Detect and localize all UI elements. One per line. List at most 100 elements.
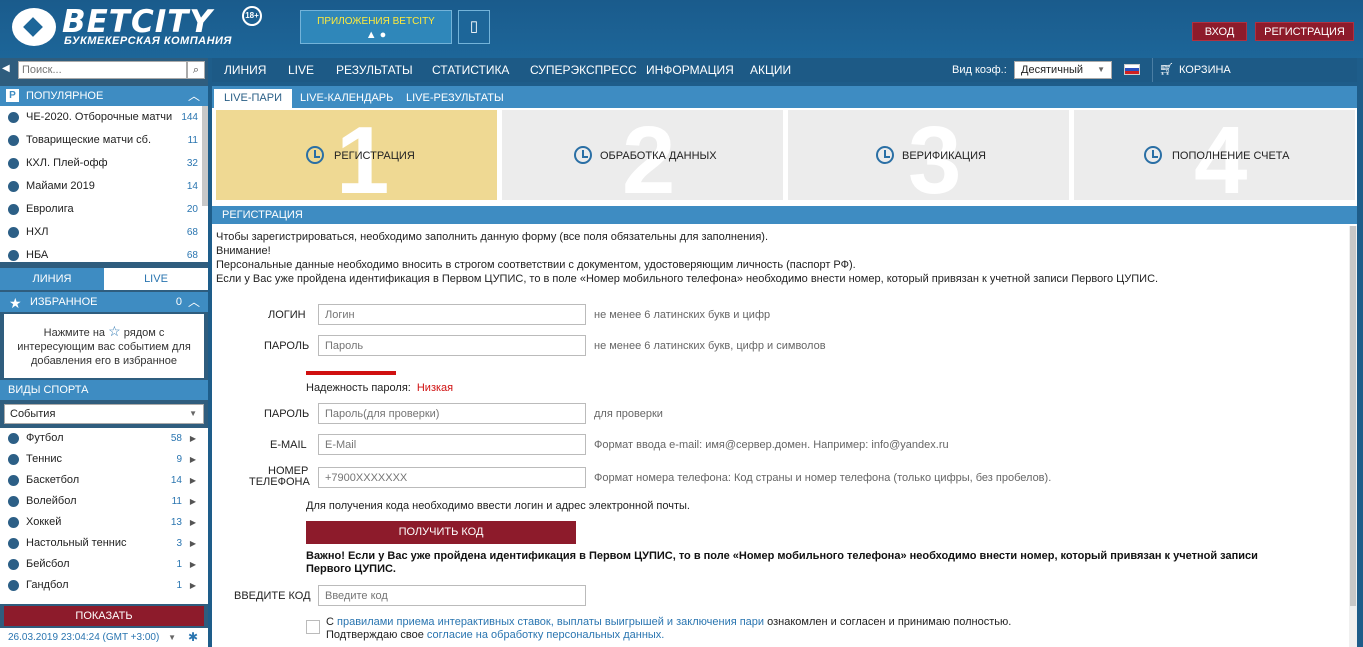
nav-item-promotions[interactable]: АКЦИИ <box>750 58 791 82</box>
events-select[interactable]: События ▼ <box>4 404 204 424</box>
odds-format-select[interactable]: Десятичный ▼ <box>1014 61 1112 79</box>
handball-icon <box>8 580 19 591</box>
show-button[interactable]: ПОКАЗАТЬ <box>4 606 204 626</box>
nav-item-live[interactable]: LIVE <box>288 58 314 82</box>
list-item[interactable]: КХЛ. Плей-офф 32 <box>0 152 208 175</box>
nav-item-statistics[interactable]: СТАТИСТИКА <box>432 58 509 82</box>
strength-label: Надежность пароля: <box>306 382 411 394</box>
agree-checkbox[interactable] <box>306 620 320 634</box>
register-button[interactable]: РЕГИСТРАЦИЯ <box>1255 22 1354 41</box>
favorites-header[interactable]: ★ ИЗБРАННОЕ 0 ︿ <box>0 292 208 312</box>
popular-scrollbar[interactable] <box>202 106 208 206</box>
betcity-logo[interactable]: BETCITY БУКМЕКЕРСКАЯ КОМПАНИЯ 18+ <box>8 4 263 48</box>
sport-item[interactable]: Баскетбол 14 ▶ <box>0 470 208 491</box>
favorites-hint: Нажмите на ☆ рядом с интересующим вас со… <box>4 314 204 378</box>
tab-live-bets[interactable]: LIVE-ПАРИ <box>214 89 292 108</box>
item-label: КХЛ. Плей-офф <box>26 157 108 169</box>
datetime-bar: 26.03.2019 23:04:24 (GMT +3:00) ▼ ✱ <box>0 628 208 647</box>
cart[interactable]: 🛒︎ КОРЗИНА <box>1152 58 1357 82</box>
nav-item-information[interactable]: ИНФОРМАЦИЯ <box>646 58 734 82</box>
table-tennis-icon <box>8 538 19 549</box>
search-icon[interactable]: ⌕ <box>187 61 205 79</box>
list-item[interactable]: Майами 2019 14 <box>0 175 208 198</box>
sport-item[interactable]: Хоккей 13 ▶ <box>0 512 208 533</box>
nav-item-line[interactable]: ЛИНИЯ <box>224 58 266 82</box>
tab-live[interactable]: LIVE <box>104 268 208 290</box>
sport-label: Настольный теннис <box>26 537 127 549</box>
password-confirm-input[interactable] <box>318 403 586 424</box>
football-icon <box>8 433 19 444</box>
list-item[interactable]: НХЛ 68 <box>0 221 208 244</box>
sport-item[interactable]: Настольный теннис 3 ▶ <box>0 533 208 554</box>
email-hint: Формат ввода e-mail: имя@сервер.домен. Н… <box>594 439 949 451</box>
main-scrollbar[interactable] <box>1349 226 1357 647</box>
mobile-phone-icon[interactable]: ▯ <box>458 10 490 44</box>
consent-link[interactable]: согласие на обработку персональных данны… <box>427 629 664 641</box>
main-nav: ЛИНИЯ LIVE РЕЗУЛЬТАТЫ СТАТИСТИКА СУПЕРЭК… <box>212 58 1357 82</box>
chevron-right-icon: ▶ <box>189 539 196 548</box>
sport-label: Гандбол <box>26 579 69 591</box>
sport-item[interactable]: Бейсбол 1 ▶ <box>0 554 208 575</box>
registration-steps: 1 РЕГИСТРАЦИЯ 2 ОБРАБОТКА ДАННЫХ 3 ВЕРИФ… <box>212 108 1357 204</box>
timezone-dropdown-icon[interactable]: ▼ <box>168 633 176 642</box>
login-input[interactable] <box>318 304 586 325</box>
collapse-arrow-icon[interactable]: ◀ <box>2 63 10 74</box>
list-item[interactable]: Товарищеские матчи сб. 11 <box>0 129 208 152</box>
sports-header: ВИДЫ СПОРТА <box>0 380 208 400</box>
code-label: ВВЕДИТЕ КОД <box>234 590 311 602</box>
intro-line: Если у Вас уже пройдена идентификация в … <box>216 273 1159 285</box>
fav-hint-text: Нажмите на <box>43 327 106 339</box>
step-2: 2 ОБРАБОТКА ДАННЫХ <box>502 110 783 200</box>
sport-item[interactable]: Теннис 9 ▶ <box>0 449 208 470</box>
password-hint: не менее 6 латинских букв, цифр и символ… <box>594 340 826 352</box>
chevron-up-icon[interactable]: ︿ <box>188 86 200 106</box>
sport-item[interactable]: Футбол 58 ▶ <box>0 428 208 449</box>
login-button[interactable]: ВХОД <box>1192 22 1247 41</box>
sport-item[interactable]: Гандбол 1 ▶ <box>0 575 208 596</box>
list-item[interactable]: НБА 68 <box>0 244 208 262</box>
age-badge: 18+ <box>242 6 262 26</box>
gear-icon[interactable]: ✱ <box>188 628 198 647</box>
password-input[interactable] <box>318 335 586 356</box>
password-label: ПАРОЛЬ <box>264 340 310 352</box>
sport-count: 13 <box>170 517 182 528</box>
volleyball-icon <box>8 496 19 507</box>
popular-header[interactable]: P ПОПУЛЯРНОЕ ︿ <box>0 86 208 106</box>
password-strength-bar <box>306 371 396 375</box>
tab-line[interactable]: ЛИНИЯ <box>0 268 104 290</box>
rules-link[interactable]: правилами приема интерактивных ставок, в… <box>337 616 764 628</box>
nav-item-results[interactable]: РЕЗУЛЬТАТЫ <box>336 58 413 82</box>
chevron-right-icon: ▶ <box>189 455 196 464</box>
tab-live-calendar[interactable]: LIVE-КАЛЕНДАРЬ <box>290 89 403 108</box>
get-code-button[interactable]: ПОЛУЧИТЬ КОД <box>306 521 576 544</box>
code-input[interactable] <box>318 585 586 606</box>
chevron-right-icon: ▶ <box>189 581 196 590</box>
chevron-right-icon: ▶ <box>189 434 196 443</box>
phone-label-2: ТЕЛЕФОНА <box>249 476 310 488</box>
phone-hint: Формат номера телефона: Код страны и ном… <box>594 472 1052 484</box>
sport-item[interactable]: Волейбол 11 ▶ <box>0 491 208 512</box>
agree-text-2: Подтверждаю свое <box>326 629 424 641</box>
clock-icon <box>306 146 324 164</box>
russian-flag-icon[interactable] <box>1124 64 1140 75</box>
email-label: E-MAIL <box>270 439 307 451</box>
login-hint: не менее 6 латинских букв и цифр <box>594 309 771 321</box>
sports-list: Футбол 58 ▶ Теннис 9 ▶ Баскетбол 14 ▶ Волейбол… <box>0 428 208 604</box>
football-icon <box>8 112 19 123</box>
intro-line: Персональные данные необходимо вносить в… <box>216 259 856 271</box>
phone-input[interactable] <box>318 467 586 488</box>
list-item[interactable]: ЧЕ-2020. Отборочные матчи 144 <box>0 106 208 129</box>
nav-item-superexpress[interactable]: СУПЕРЭКСПРЕСС <box>530 58 637 82</box>
clock-icon <box>876 146 894 164</box>
sport-label: Бейсбол <box>26 558 70 570</box>
registration-header: РЕГИСТРАЦИЯ <box>212 206 1357 224</box>
clock-icon <box>574 146 592 164</box>
apps-button[interactable]: ПРИЛОЖЕНИЯ BETCITY ▲ ● <box>300 10 452 44</box>
search-input[interactable] <box>18 61 187 79</box>
email-field[interactable] <box>318 434 586 455</box>
intro-line: Внимание! <box>216 245 271 257</box>
list-item[interactable]: Евролига 20 <box>0 198 208 221</box>
chevron-up-icon[interactable]: ︿ <box>188 292 200 312</box>
item-count: 14 <box>186 181 198 192</box>
tab-live-results[interactable]: LIVE-РЕЗУЛЬТАТЫ <box>396 89 514 108</box>
